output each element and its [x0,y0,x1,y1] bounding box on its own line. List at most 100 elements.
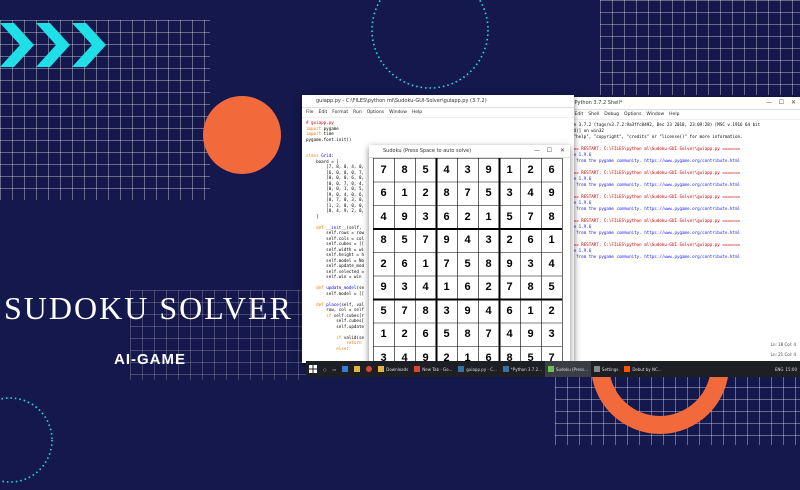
sudoku-cell[interactable]: 4 [373,205,394,229]
sudoku-cell[interactable]: 5 [478,182,499,206]
start-button[interactable] [306,361,320,377]
sudoku-cell[interactable]: 1 [478,205,499,229]
sudoku-cell[interactable]: 1 [541,229,562,253]
close-icon[interactable]: ✕ [560,147,565,154]
sudoku-cell[interactable]: 9 [541,182,562,206]
sudoku-window[interactable]: Sudoku (Press Space to auto solve) — ☐ ✕… [369,145,570,368]
sudoku-cell[interactable]: 3 [415,205,436,229]
sudoku-cell[interactable]: 8 [394,158,415,182]
sudoku-cell[interactable]: 3 [478,229,499,253]
sudoku-cell[interactable]: 3 [457,158,478,182]
sudoku-cell[interactable]: 7 [457,182,478,206]
taskbar-item-media[interactable]: Debut by NC... [621,361,664,377]
sudoku-cell[interactable]: 2 [373,252,394,276]
sudoku-cell[interactable]: 8 [415,299,436,323]
sudoku-cell[interactable]: 6 [415,323,436,347]
sudoku-cell[interactable]: 2 [520,158,541,182]
sudoku-cell[interactable]: 5 [436,323,457,347]
sudoku-cell[interactable]: 9 [499,252,520,276]
sudoku-cell[interactable]: 3 [394,276,415,300]
sudoku-cell[interactable]: 4 [478,299,499,323]
close-icon[interactable]: ✕ [791,99,796,106]
menu-format[interactable]: Format [332,110,348,115]
minimize-icon[interactable]: — [766,99,772,106]
sudoku-cell[interactable]: 6 [541,158,562,182]
sudoku-cell[interactable]: 5 [415,158,436,182]
maximize-icon[interactable]: ☐ [547,147,552,154]
edge-icon[interactable] [339,361,351,377]
sudoku-cell[interactable]: 5 [541,276,562,300]
sudoku-cell[interactable]: 3 [499,182,520,206]
sudoku-cell[interactable]: 7 [415,229,436,253]
sudoku-cell[interactable]: 6 [457,276,478,300]
shell-titlebar[interactable]: *Python 3.7.2 Shell* — ☐ ✕ [558,97,800,110]
sudoku-cell[interactable]: 1 [499,158,520,182]
sudoku-cell[interactable]: 1 [520,299,541,323]
sudoku-titlebar[interactable]: Sudoku (Press Space to auto solve) — ☐ ✕ [369,145,570,158]
taskbar-item-settings[interactable]: Settings [591,361,621,377]
sudoku-cell[interactable]: 2 [415,182,436,206]
taskview-icon[interactable]: ▭ [330,361,340,377]
menu-edit[interactable]: Edit [575,112,584,117]
sudoku-cell[interactable]: 8 [520,276,541,300]
menu-debug[interactable]: Debug [604,112,619,117]
sudoku-cell[interactable]: 4 [520,182,541,206]
sudoku-cell[interactable]: 2 [394,323,415,347]
sudoku-cell[interactable]: 2 [457,205,478,229]
sudoku-cell[interactable]: 2 [541,299,562,323]
sudoku-cell[interactable]: 9 [436,229,457,253]
menu-window[interactable]: Window [646,112,664,117]
shell-window[interactable]: *Python 3.7.2 Shell* — ☐ ✕ File Edit She… [558,97,800,361]
menu-options[interactable]: Options [367,110,384,115]
menu-file[interactable]: File [306,110,314,115]
sudoku-cell[interactable]: 3 [520,252,541,276]
sudoku-cell[interactable]: 1 [373,323,394,347]
explorer-icon[interactable] [351,361,363,377]
sudoku-cell[interactable]: 5 [373,299,394,323]
sudoku-cell[interactable]: 6 [499,299,520,323]
sudoku-cell[interactable]: 5 [394,229,415,253]
sudoku-cell[interactable]: 8 [478,252,499,276]
sudoku-cell[interactable]: 9 [520,323,541,347]
sudoku-cell[interactable]: 1 [436,276,457,300]
sudoku-cell[interactable]: 7 [436,252,457,276]
taskbar-item-sudoku[interactable]: Sudoku (Press... [544,361,591,377]
system-tray[interactable]: ENG 15:00 [772,361,800,377]
sudoku-cell[interactable]: 9 [478,158,499,182]
sudoku-cell[interactable]: 5 [499,205,520,229]
sudoku-cell[interactable]: 4 [436,158,457,182]
menu-help[interactable]: Help [669,112,679,117]
search-icon[interactable]: ○ [320,361,330,377]
sudoku-cell[interactable]: 6 [373,182,394,206]
sudoku-cell[interactable]: 4 [415,276,436,300]
menu-shell[interactable]: Shell [588,112,599,117]
sudoku-cell[interactable]: 7 [499,276,520,300]
shell-output[interactable]: Python 3.7.2 (tags/v3.7.2:9a3ffc0492, De… [558,120,800,262]
sudoku-cell[interactable]: 8 [436,182,457,206]
taskbar-item-shell[interactable]: *Python 3.7.2... [500,361,545,377]
menu-run[interactable]: Run [353,110,362,115]
sudoku-cell[interactable]: 2 [499,229,520,253]
sudoku-cell[interactable]: 4 [457,229,478,253]
chrome-icon[interactable] [363,361,375,377]
sudoku-cell[interactable]: 7 [478,323,499,347]
sudoku-cell[interactable]: 4 [541,252,562,276]
sudoku-cell[interactable]: 6 [394,252,415,276]
sudoku-cell[interactable]: 3 [541,323,562,347]
sudoku-cell[interactable]: 6 [436,205,457,229]
sudoku-cell[interactable]: 3 [436,299,457,323]
menu-edit[interactable]: Edit [319,110,328,115]
sudoku-cell[interactable]: 2 [478,276,499,300]
sudoku-cell[interactable]: 1 [394,182,415,206]
sudoku-cell[interactable]: 8 [541,205,562,229]
menu-help[interactable]: Help [412,110,422,115]
sudoku-cell[interactable]: 9 [394,205,415,229]
sudoku-cell[interactable]: 8 [373,229,394,253]
sudoku-cell[interactable]: 4 [499,323,520,347]
sudoku-cell[interactable]: 9 [457,299,478,323]
menu-window[interactable]: Window [389,110,407,115]
maximize-icon[interactable]: ☐ [779,99,784,106]
taskbar-item-editor[interactable]: guiapp.py - C... [455,361,500,377]
editor-titlebar[interactable]: guiapp.py - C:\FILES\python ml\Sudoku-GU… [302,95,574,108]
taskbar-item-chrome[interactable]: New Tab - Go... [411,361,455,377]
